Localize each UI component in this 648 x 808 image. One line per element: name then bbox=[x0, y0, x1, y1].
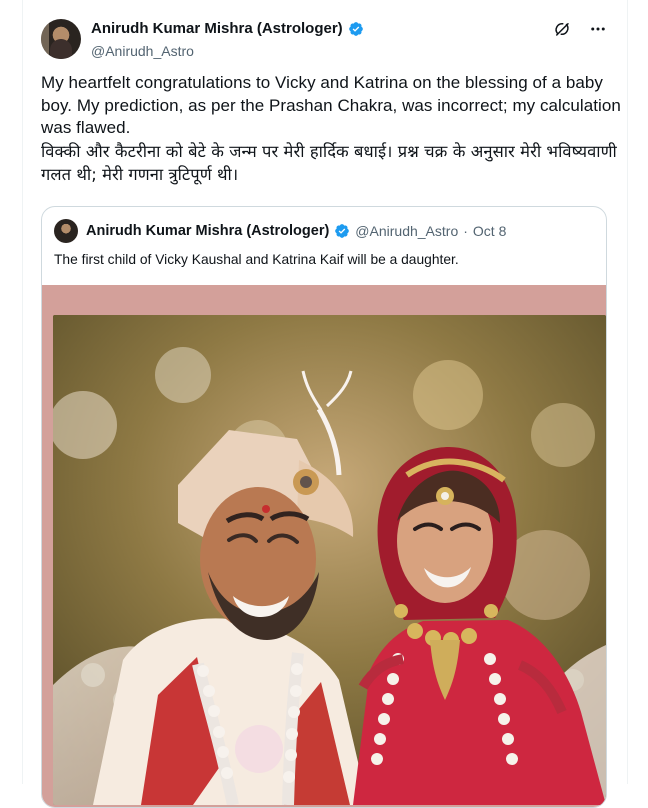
tweet-text-english: My heartfelt congratulations to Vicky an… bbox=[41, 73, 621, 137]
quoted-verified-badge-icon bbox=[335, 224, 350, 238]
quoted-tweet[interactable]: Anirudh Kumar Mishra (Astrologer) @Aniru… bbox=[41, 206, 607, 808]
quoted-separator: · bbox=[463, 223, 468, 239]
more-options-icon[interactable] bbox=[589, 20, 607, 38]
quoted-date[interactable]: Oct 8 bbox=[473, 223, 506, 239]
wedding-photo-illustration bbox=[53, 315, 606, 805]
tweet-card[interactable]: Anirudh Kumar Mishra (Astrologer) @Aniru… bbox=[22, 0, 628, 808]
author-avatar[interactable] bbox=[41, 19, 81, 59]
grok-icon[interactable] bbox=[553, 20, 571, 38]
author-name-row: Anirudh Kumar Mishra (Astrologer) bbox=[91, 20, 364, 37]
quoted-author-avatar bbox=[54, 219, 78, 243]
author-handle[interactable]: @Anirudh_Astro bbox=[91, 43, 194, 59]
quoted-tweet-text: The first child of Vicky Kaushal and Kat… bbox=[54, 252, 459, 267]
author-display-name[interactable]: Anirudh Kumar Mishra (Astrologer) bbox=[91, 20, 343, 37]
quoted-author-name: Anirudh Kumar Mishra (Astrologer) bbox=[86, 223, 330, 239]
quoted-tweet-header: Anirudh Kumar Mishra (Astrologer) @Aniru… bbox=[54, 219, 506, 243]
tweet-actions bbox=[553, 20, 607, 38]
tweet-body: My heartfelt congratulations to Vicky an… bbox=[41, 72, 621, 186]
tweet-text-hindi: विक्की और कैटरीना को बेटे के जन्म पर मेर… bbox=[41, 141, 617, 184]
verified-badge-icon bbox=[348, 21, 363, 36]
quoted-author-handle: @Anirudh_Astro bbox=[355, 223, 459, 239]
wedding-photo[interactable] bbox=[53, 315, 606, 805]
quoted-media-container[interactable] bbox=[42, 285, 606, 807]
